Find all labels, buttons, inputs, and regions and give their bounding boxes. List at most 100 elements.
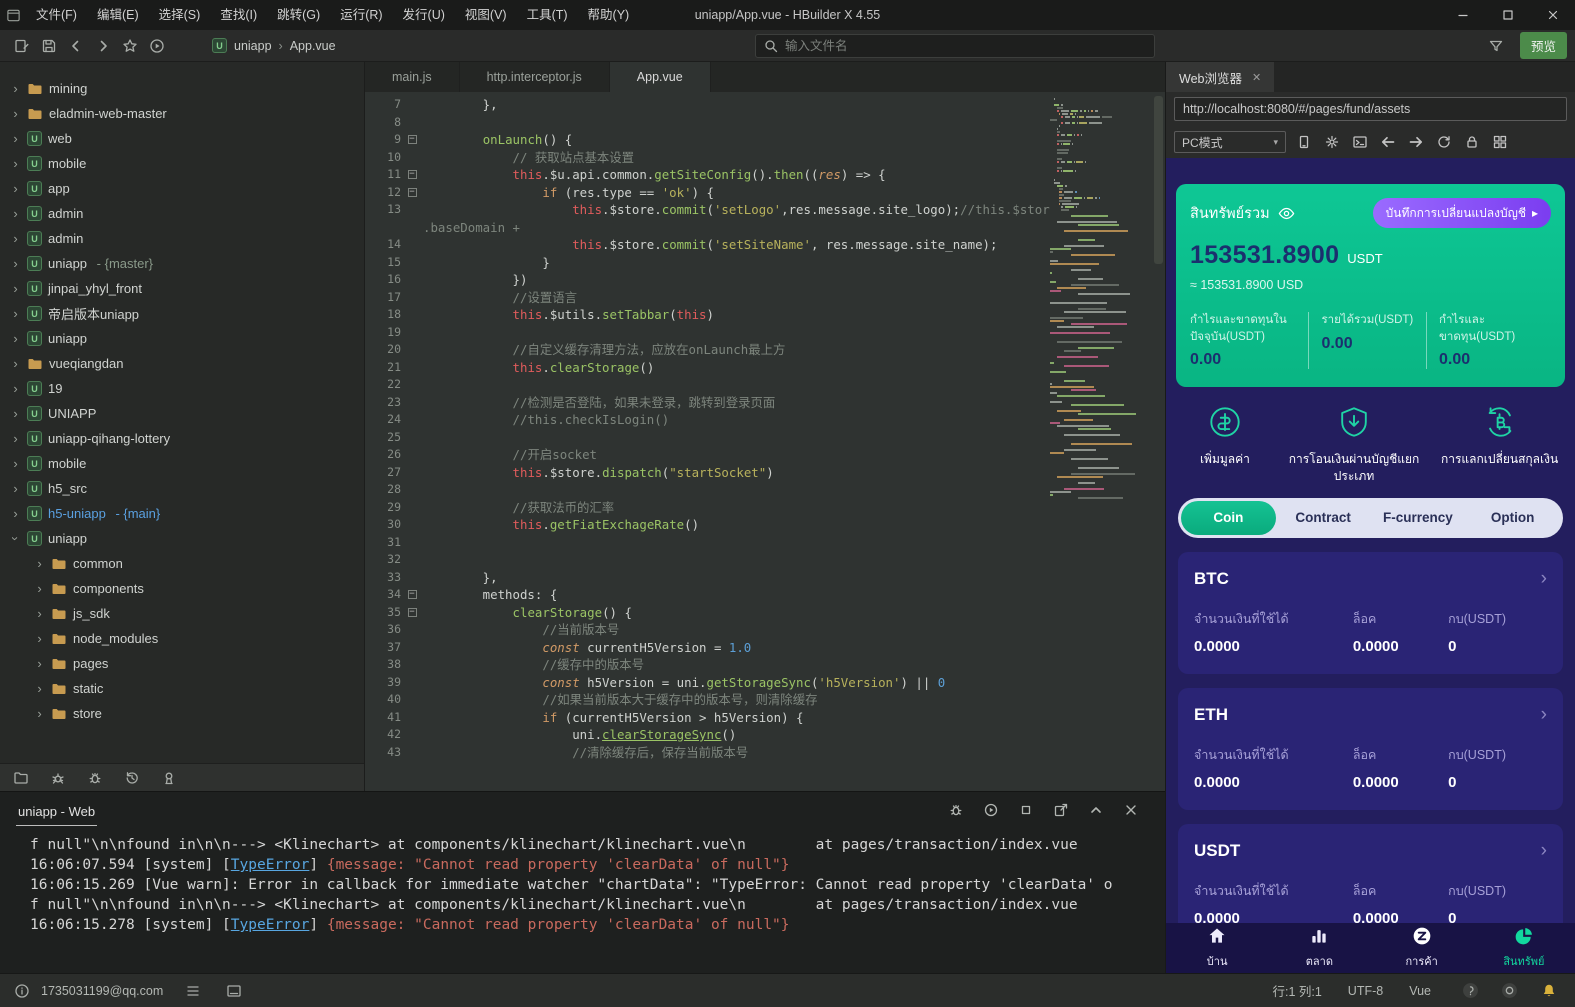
- maximize-icon[interactable]: [1485, 0, 1530, 30]
- account-email[interactable]: 1735031199@qq.com: [41, 984, 163, 998]
- arrow-back-icon[interactable]: [1376, 131, 1400, 153]
- console-tab[interactable]: uniapp - Web: [16, 795, 97, 826]
- menu-编辑(E)[interactable]: 编辑(E): [87, 0, 149, 30]
- breadcrumb-project[interactable]: uniapp: [234, 39, 272, 53]
- tree-item-uniapp[interactable]: ›Uuniapp: [0, 526, 364, 551]
- tree-item-static[interactable]: ›static: [0, 676, 364, 701]
- outline-icon[interactable]: [179, 979, 206, 1003]
- back-icon[interactable]: [62, 34, 89, 58]
- fold-gutter[interactable]: −: [401, 131, 423, 149]
- minimize-icon[interactable]: [1440, 0, 1485, 30]
- asset-card-eth[interactable]: ETH›จำนวนเงินที่ใช้ได้ล็อคกบ(USDT)0.0000…: [1178, 688, 1563, 810]
- fold-icon[interactable]: −: [408, 590, 417, 599]
- chevron-right-icon[interactable]: ›: [1541, 705, 1547, 724]
- eye-icon[interactable]: [1278, 205, 1295, 222]
- filter-icon[interactable]: [1483, 34, 1510, 58]
- tree-item-store[interactable]: ›store: [0, 701, 364, 726]
- address-bar[interactable]: [1174, 97, 1567, 121]
- debug-icon[interactable]: [946, 800, 966, 820]
- asset-tab-coin[interactable]: Coin: [1181, 501, 1276, 535]
- account-change-record-button[interactable]: บันทึกการเปลี่ยนแปลงบัญชี ▸: [1373, 198, 1551, 228]
- refresh-icon[interactable]: [1432, 131, 1456, 153]
- save-icon[interactable]: [35, 34, 62, 58]
- tree-item-web[interactable]: ›Uweb: [0, 126, 364, 151]
- restart-icon[interactable]: [981, 800, 1001, 820]
- menu-选择(S)[interactable]: 选择(S): [149, 0, 211, 30]
- tabbar-item-trade[interactable]: การค้า: [1371, 923, 1473, 973]
- action-transfer[interactable]: การโอนเงินผ่านบัญชีแยกประเภท: [1280, 405, 1428, 483]
- fold-gutter[interactable]: −: [401, 184, 423, 202]
- devtools-icon[interactable]: [1348, 131, 1372, 153]
- minimap[interactable]: [1050, 92, 1152, 791]
- fold-gutter[interactable]: −: [401, 166, 423, 184]
- menu-查找(I)[interactable]: 查找(I): [210, 0, 267, 30]
- terminal-icon[interactable]: [220, 979, 247, 1003]
- tree-item-pages[interactable]: ›pages: [0, 651, 364, 676]
- tree-item-vueqiangdan[interactable]: ›vueqiangdan: [0, 351, 364, 376]
- lock-icon[interactable]: [1460, 131, 1484, 153]
- open-window-icon[interactable]: [1051, 800, 1071, 820]
- info-icon[interactable]: [13, 979, 31, 1003]
- menu-发行(U)[interactable]: 发行(U): [393, 0, 455, 30]
- chevron-right-icon[interactable]: ›: [1541, 841, 1547, 860]
- arrow-forward-icon[interactable]: [1404, 131, 1428, 153]
- close-icon[interactable]: [1530, 0, 1575, 30]
- preview-button[interactable]: 预览: [1520, 32, 1567, 59]
- settings-icon[interactable]: [1320, 131, 1344, 153]
- menu-工具(T)[interactable]: 工具(T): [517, 0, 578, 30]
- tabbar-item-home[interactable]: บ้าน: [1166, 923, 1268, 973]
- stop-icon[interactable]: [1016, 800, 1036, 820]
- new-file-icon[interactable]: [8, 34, 35, 58]
- tabbar-item-market[interactable]: ตลาด: [1268, 923, 1370, 973]
- collapse-icon[interactable]: [1086, 800, 1106, 820]
- menu-帮助(Y)[interactable]: 帮助(Y): [578, 0, 640, 30]
- fold-gutter[interactable]: −: [401, 604, 423, 622]
- tree-item-eladmin-web-master[interactable]: ›eladmin-web-master: [0, 101, 364, 126]
- tree-item-common[interactable]: ›common: [0, 551, 364, 576]
- menu-运行(R)[interactable]: 运行(R): [330, 0, 392, 30]
- run-icon[interactable]: [143, 34, 170, 58]
- message-circle-icon[interactable]: [1496, 979, 1523, 1003]
- menu-文件(F)[interactable]: 文件(F): [26, 0, 87, 30]
- asset-tab-option[interactable]: Option: [1465, 501, 1560, 535]
- breadcrumb-file[interactable]: App.vue: [290, 39, 336, 53]
- fold-icon[interactable]: −: [408, 608, 417, 617]
- close-console-icon[interactable]: [1121, 800, 1141, 820]
- language-mode[interactable]: Vue: [1409, 984, 1431, 998]
- tree-item-uniapp[interactable]: ›Uuniapp: [0, 326, 364, 351]
- chevron-right-icon[interactable]: ›: [1541, 569, 1547, 588]
- tab-http.interceptor.js[interactable]: http.interceptor.js: [460, 62, 610, 92]
- tree-item-19[interactable]: ›U19: [0, 376, 364, 401]
- tree-item-components[interactable]: ›components: [0, 576, 364, 601]
- tree-item-h5_src[interactable]: ›Uh5_src: [0, 476, 364, 501]
- asset-tab-contract[interactable]: Contract: [1276, 501, 1371, 535]
- tree-item-jinpai_yhyl_front[interactable]: ›Ujinpai_yhyl_front: [0, 276, 364, 301]
- tree-item-mining[interactable]: ›mining: [0, 76, 364, 101]
- asset-card-btc[interactable]: BTC›จำนวนเงินที่ใช้ได้ล็อคกบ(USDT)0.0000…: [1178, 552, 1563, 674]
- cursor-position[interactable]: 行:1 列:1: [1272, 981, 1321, 1000]
- tab-App.vue[interactable]: App.vue: [610, 62, 711, 92]
- fold-icon[interactable]: −: [408, 188, 417, 197]
- tree-item-h5-uniapp[interactable]: ›Uh5-uniapp - {main}: [0, 501, 364, 526]
- action-exchange[interactable]: การแลกเปลี่ยนสกุลเงิน: [1428, 405, 1571, 483]
- tree-item-mobile[interactable]: ›Umobile: [0, 151, 364, 176]
- preview-tab[interactable]: Web浏览器 ✕: [1166, 62, 1274, 92]
- bug-icon[interactable]: [86, 769, 104, 787]
- tree-item-node_modules[interactable]: ›node_modules: [0, 626, 364, 651]
- tree-item-admin[interactable]: ›Uadmin: [0, 226, 364, 251]
- project-icon[interactable]: [12, 769, 30, 787]
- forward-icon[interactable]: [89, 34, 116, 58]
- help-circle-icon[interactable]: [1457, 979, 1484, 1003]
- search-input[interactable]: [785, 39, 1147, 53]
- device-icon[interactable]: [1292, 131, 1316, 153]
- history-icon[interactable]: [123, 769, 141, 787]
- tree-item-帝启版本uniapp[interactable]: ›U帝启版本uniapp: [0, 301, 364, 326]
- tree-item-uniapp-qihang-lottery[interactable]: ›Uuniapp-qihang-lottery: [0, 426, 364, 451]
- code-area[interactable]: 7 },89− onLaunch() {10 // 获取站点基本设置11− th…: [365, 92, 1165, 791]
- bell-icon[interactable]: [1535, 979, 1562, 1003]
- fold-icon[interactable]: −: [408, 170, 417, 179]
- file-search[interactable]: [755, 34, 1155, 58]
- spider-icon[interactable]: [49, 769, 67, 787]
- menu-跳转(G)[interactable]: 跳转(G): [267, 0, 330, 30]
- asset-tab-f-currency[interactable]: F-currency: [1371, 501, 1466, 535]
